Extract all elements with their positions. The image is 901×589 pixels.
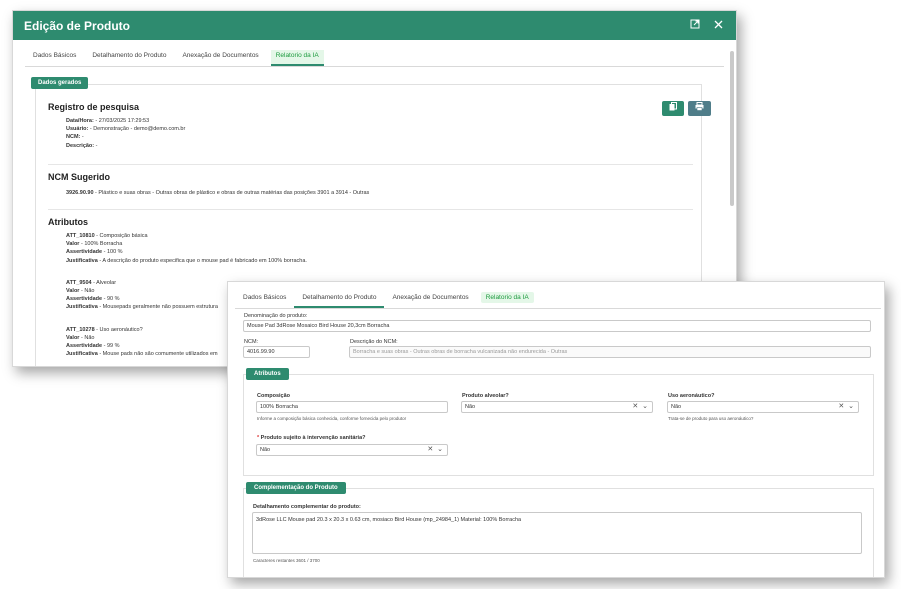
denominacao-field[interactable]: Mouse Pad 3dRose Mosaico Bird House 20,3… bbox=[243, 320, 871, 332]
window-titlebar: Edição de Produto bbox=[13, 11, 736, 40]
registro-usuario: Usuário: - Demonstração - demo@demo.com.… bbox=[66, 126, 186, 133]
popout-icon[interactable] bbox=[688, 19, 702, 33]
alveolar-value: Não bbox=[465, 404, 476, 410]
select-controls: ✕ ⌄ bbox=[427, 445, 443, 455]
window-title: Edição de Produto bbox=[24, 18, 131, 33]
descricao-ncm-label: Descrição do NCM: bbox=[350, 339, 398, 345]
chevron-down-icon[interactable]: ⌄ bbox=[437, 446, 443, 453]
clear-x-icon[interactable]: ✕ bbox=[632, 403, 638, 410]
aeronautico-value: Não bbox=[671, 404, 682, 410]
tab-detalhamento-produto[interactable]: Detalhamento do Produto bbox=[294, 294, 385, 308]
ncm-label: NCM: bbox=[244, 339, 259, 345]
denominacao-label: Denominação do produto: bbox=[244, 313, 308, 319]
chevron-down-icon[interactable]: ⌄ bbox=[642, 403, 648, 410]
aeronautico-hint: Trata-se de produto para uso aeronáutico… bbox=[668, 416, 754, 421]
chevron-down-icon[interactable]: ⌄ bbox=[848, 403, 854, 410]
print-button[interactable] bbox=[688, 101, 711, 116]
divider-1 bbox=[48, 164, 693, 165]
aeronautico-label: Uso aeronáutico? bbox=[668, 393, 715, 399]
tab-relatorio-ia[interactable]: Relatorio da IA bbox=[270, 50, 324, 66]
copy-button[interactable] bbox=[662, 101, 684, 116]
detalhamento-textarea[interactable]: 3dRose LLC Mouse pad 20.3 x 20.3 x 0.63 … bbox=[252, 512, 862, 554]
registro-descricao: Descrição: - bbox=[66, 142, 98, 149]
atributo-item: ATT_10810 - Composição básica Valor - 10… bbox=[66, 233, 307, 264]
clear-x-icon[interactable]: ✕ bbox=[427, 446, 433, 453]
tab-bar: Dados Básicos Detalhamento do Produto An… bbox=[235, 282, 881, 309]
tab-dados-basicos[interactable]: Dados Básicos bbox=[25, 52, 84, 66]
chars-remaining: Caracteres restantes 3601 / 3700 bbox=[253, 558, 320, 563]
sanitaria-label: * Produto sujeito à intervenção sanitári… bbox=[257, 435, 366, 441]
composicao-field[interactable]: 100% Borracha bbox=[256, 401, 448, 413]
composicao-hint: Informe a composição básica conhecida, c… bbox=[257, 416, 407, 421]
detalhamento-label: Detalhamento complementar do produto: bbox=[253, 504, 361, 510]
registro-ncm: NCM: - bbox=[66, 134, 84, 141]
scrollbar[interactable] bbox=[730, 51, 734, 206]
tab-anexacao-documentos[interactable]: Anexação de Documentos bbox=[384, 294, 476, 308]
copy-icon bbox=[669, 102, 677, 111]
divider-2 bbox=[48, 209, 693, 210]
close-icon[interactable] bbox=[711, 19, 725, 33]
ncm-sugerido-section: NCM Sugerido 3926.90.90 - Plástico e sua… bbox=[48, 172, 369, 197]
clear-x-icon[interactable]: ✕ bbox=[838, 403, 844, 410]
product-detail-window: Dados Básicos Detalhamento do Produto An… bbox=[227, 281, 885, 578]
sanitaria-value: Não bbox=[260, 447, 271, 453]
registro-section: Registro de pesquisa Data/Hora: - 27/03/… bbox=[48, 102, 185, 150]
select-controls: ✕ ⌄ bbox=[632, 402, 648, 412]
print-icon bbox=[695, 102, 704, 111]
composicao-label: Composição bbox=[257, 393, 291, 399]
tab-bar: Dados Básicos Detalhamento do Produto An… bbox=[25, 40, 724, 67]
registro-datahora: Data/Hora: - 27/03/2025 17:29:53 bbox=[66, 118, 150, 124]
descricao-ncm-field: Borracha e suas obras - Outras obras de … bbox=[349, 346, 871, 358]
tab-anexacao-documentos[interactable]: Anexação de Documentos bbox=[174, 52, 266, 66]
atributos-pill: Atributos bbox=[246, 368, 289, 380]
registro-heading: Registro de pesquisa bbox=[48, 102, 140, 112]
ncm-sugerido-value: 3926.90.90 - Plástico e suas obras - Out… bbox=[66, 190, 370, 196]
atributos-heading: Atributos bbox=[48, 217, 88, 227]
aeronautico-select[interactable]: Não ✕ ⌄ bbox=[667, 401, 859, 413]
sanitaria-select[interactable]: Não ✕ ⌄ bbox=[256, 444, 448, 456]
tab-relatorio-ia[interactable]: Relatorio da IA bbox=[480, 292, 534, 303]
ncm-sugerido-heading: NCM Sugerido bbox=[48, 172, 110, 182]
alveolar-label: Produto alveolar? bbox=[462, 393, 509, 399]
tab-dados-basicos[interactable]: Dados Básicos bbox=[235, 294, 294, 308]
atributos-panel bbox=[243, 374, 874, 476]
alveolar-select[interactable]: Não ✕ ⌄ bbox=[461, 401, 653, 413]
tab-detalhamento-produto[interactable]: Detalhamento do Produto bbox=[84, 52, 174, 66]
dados-gerados-pill: Dados gerados bbox=[31, 77, 89, 89]
select-controls: ✕ ⌄ bbox=[838, 402, 854, 412]
complementacao-pill: Complementação do Produto bbox=[246, 482, 346, 494]
ncm-field[interactable]: 4016.99.90 bbox=[243, 346, 310, 358]
